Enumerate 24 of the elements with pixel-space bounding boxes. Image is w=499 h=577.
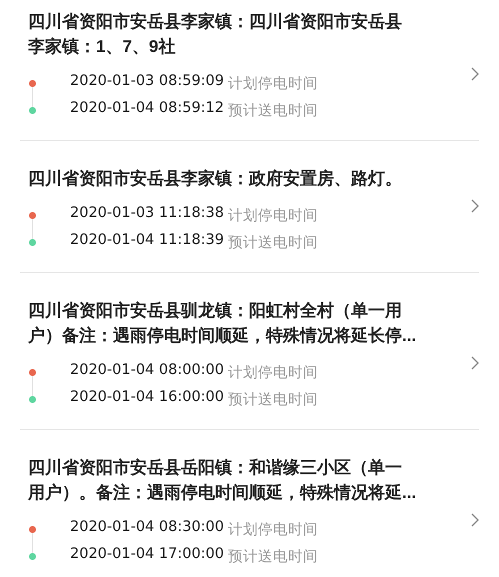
- chevron-right-icon[interactable]: [471, 199, 479, 213]
- outage-title: 四川省资阳市安岳县李家镇：政府安置房、路灯。: [28, 168, 403, 190]
- time-label: 计划停电时间: [228, 521, 318, 539]
- time-label: 预计送电时间: [228, 548, 318, 566]
- time-label: 预计送电时间: [228, 102, 318, 120]
- time-value: 2020-01-04 16:00:00: [70, 388, 224, 404]
- time-value: 2020-01-04 17:00:00: [70, 546, 224, 562]
- time-label: 预计送电时间: [228, 234, 318, 252]
- outage-title: 四川省资阳市安岳县驯龙镇：阳虹村全村（单一用户）备注：遇雨停电时间顺延，特殊情况将延长停...: [28, 300, 418, 347]
- time-label: 预计送电时间: [228, 391, 318, 409]
- time-value: 2020-01-04 11:18:39: [70, 232, 224, 248]
- time-value: 2020-01-04 08:00:00: [70, 362, 224, 378]
- time-label: 计划停电时间: [228, 207, 318, 225]
- chevron-right-icon[interactable]: [471, 356, 479, 370]
- time-value: 2020-01-04 08:59:12: [70, 100, 224, 116]
- outage-title: 四川省资阳市安岳县岳阳镇：和谐缘三小区（单一用户）。备注：遇雨停电时间顺延，特殊情况将延...: [28, 457, 418, 504]
- chevron-right-icon[interactable]: [471, 67, 479, 81]
- time-label: 计划停电时间: [228, 75, 318, 93]
- time-label: 计划停电时间: [228, 364, 318, 382]
- time-value: 2020-01-03 08:59:09: [70, 72, 224, 88]
- chevron-right-icon[interactable]: [471, 513, 479, 527]
- outage-title: 四川省资阳市安岳县李家镇：四川省资阳市安岳县李家镇：1、7、9社: [28, 11, 403, 58]
- time-value: 2020-01-04 08:30:00: [70, 518, 224, 534]
- time-value: 2020-01-03 11:18:38: [70, 204, 224, 220]
